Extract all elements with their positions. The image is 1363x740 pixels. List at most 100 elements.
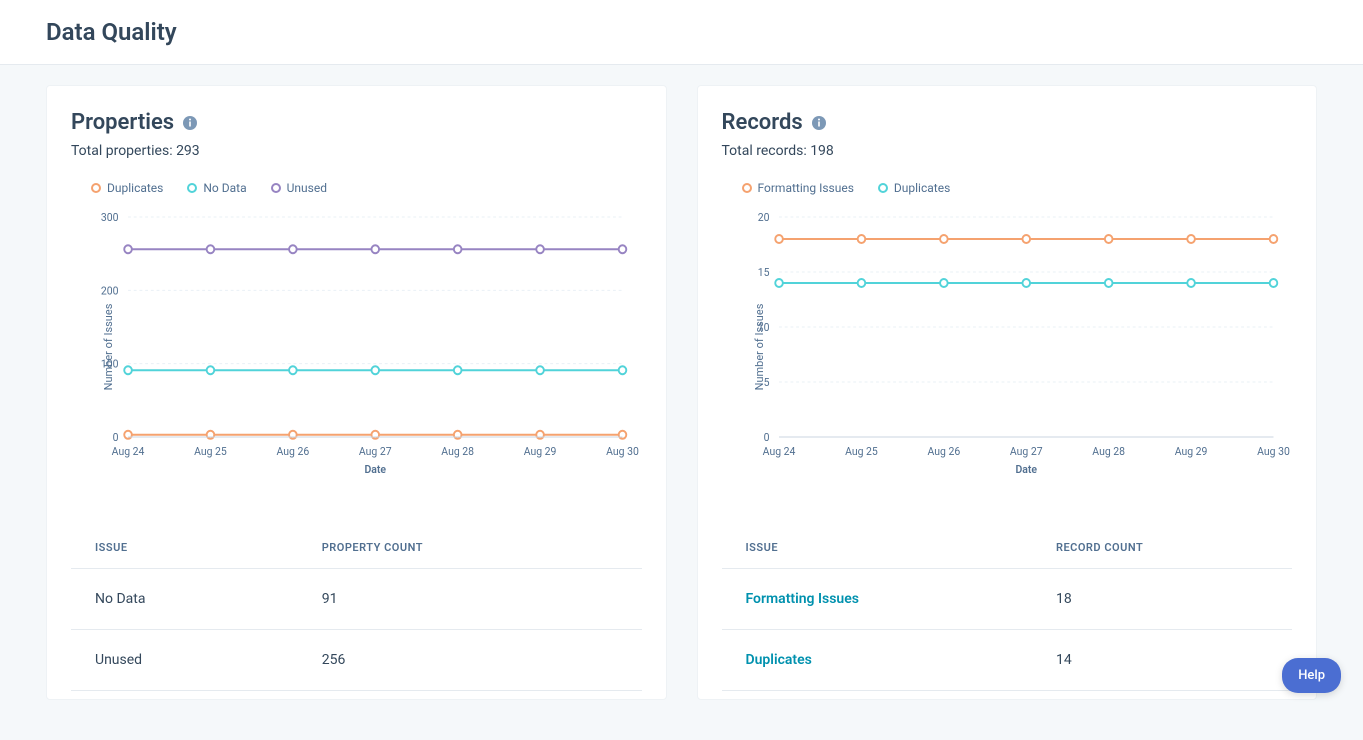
legend-label: No Data: [203, 181, 246, 195]
legend-swatch: [742, 183, 752, 193]
data-point[interactable]: [619, 366, 627, 374]
legend-item[interactable]: Formatting Issues: [742, 181, 854, 195]
data-point[interactable]: [1104, 235, 1112, 243]
cell-issue[interactable]: Formatting Issues: [722, 569, 1032, 630]
cell-issue[interactable]: Duplicates: [722, 630, 1032, 691]
cell-count: 18: [1032, 569, 1292, 630]
axis-label-y: Number of Issues: [752, 304, 765, 391]
svg-text:Aug 24: Aug 24: [762, 445, 795, 458]
properties-title: Properties: [71, 110, 174, 135]
data-point[interactable]: [775, 235, 783, 243]
records-chart-svg: 05101520Aug 24Aug 25Aug 26Aug 27Aug 28Au…: [722, 207, 1293, 487]
legend-item[interactable]: Duplicates: [878, 181, 950, 195]
legend-swatch: [271, 183, 281, 193]
data-point[interactable]: [289, 245, 297, 253]
data-point[interactable]: [940, 235, 948, 243]
data-point[interactable]: [1022, 279, 1030, 287]
info-icon[interactable]: [811, 115, 827, 131]
info-icon[interactable]: [182, 115, 198, 131]
data-point[interactable]: [124, 431, 132, 439]
data-point[interactable]: [940, 279, 948, 287]
data-point[interactable]: [536, 431, 544, 439]
data-point[interactable]: [371, 431, 379, 439]
data-point[interactable]: [1187, 235, 1195, 243]
data-point[interactable]: [536, 245, 544, 253]
properties-table: ISSUE PROPERTY COUNT No Data91Unused256: [71, 527, 642, 691]
data-point[interactable]: [1104, 279, 1112, 287]
axis-label-y: Number of Issues: [102, 304, 115, 391]
properties-chart: Number of Issues 0100200300Aug 24Aug 25A…: [71, 207, 642, 487]
data-point[interactable]: [619, 245, 627, 253]
svg-text:Date: Date: [1015, 463, 1037, 476]
svg-text:Aug 28: Aug 28: [441, 445, 474, 458]
records-title-row: Records: [722, 110, 1293, 135]
properties-chart-svg: 0100200300Aug 24Aug 25Aug 26Aug 27Aug 28…: [71, 207, 642, 487]
svg-text:Aug 27: Aug 27: [359, 445, 392, 458]
svg-text:Aug 24: Aug 24: [112, 445, 145, 458]
page-header: Data Quality: [0, 0, 1363, 65]
data-point[interactable]: [857, 279, 865, 287]
data-point[interactable]: [536, 366, 544, 374]
data-point[interactable]: [1022, 235, 1030, 243]
data-point[interactable]: [207, 245, 215, 253]
data-point[interactable]: [207, 366, 215, 374]
data-point[interactable]: [1269, 279, 1277, 287]
data-point[interactable]: [207, 431, 215, 439]
content: Properties Total properties: 293 Duplica…: [0, 65, 1363, 740]
records-table: ISSUE RECORD COUNT Formatting Issues18Du…: [722, 527, 1293, 691]
properties-title-row: Properties: [71, 110, 642, 135]
col-issue-header: ISSUE: [71, 527, 298, 569]
data-point[interactable]: [619, 431, 627, 439]
data-point[interactable]: [1187, 279, 1195, 287]
data-point[interactable]: [1269, 235, 1277, 243]
properties-legend: Duplicates No Data Unused: [91, 181, 642, 195]
data-point[interactable]: [289, 431, 297, 439]
svg-text:Aug 30: Aug 30: [606, 445, 639, 458]
data-point[interactable]: [775, 279, 783, 287]
legend-label: Unused: [287, 181, 327, 195]
legend-item[interactable]: No Data: [187, 181, 246, 195]
col-count-header: RECORD COUNT: [1032, 527, 1292, 569]
data-point[interactable]: [289, 366, 297, 374]
cell-issue: Unused: [71, 630, 298, 691]
data-point[interactable]: [454, 366, 462, 374]
svg-text:15: 15: [757, 266, 769, 279]
legend-item[interactable]: Duplicates: [91, 181, 163, 195]
svg-text:Aug 26: Aug 26: [927, 445, 960, 458]
help-button[interactable]: Help: [1282, 658, 1341, 693]
records-title: Records: [722, 110, 803, 135]
cell-issue: No Data: [71, 569, 298, 630]
cell-count: 256: [298, 630, 642, 691]
svg-text:Aug 25: Aug 25: [845, 445, 878, 458]
svg-text:Aug 29: Aug 29: [1174, 445, 1207, 458]
data-point[interactable]: [371, 245, 379, 253]
data-point[interactable]: [857, 235, 865, 243]
data-point[interactable]: [371, 366, 379, 374]
svg-text:Aug 27: Aug 27: [1009, 445, 1042, 458]
records-legend: Formatting Issues Duplicates: [742, 181, 1293, 195]
col-count-header: PROPERTY COUNT: [298, 527, 642, 569]
data-point[interactable]: [454, 245, 462, 253]
properties-subtitle: Total properties: 293: [71, 143, 642, 159]
legend-item[interactable]: Unused: [271, 181, 327, 195]
records-subtitle: Total records: 198: [722, 143, 1293, 159]
svg-text:200: 200: [101, 284, 119, 297]
svg-text:20: 20: [757, 211, 769, 224]
records-chart: Number of Issues 05101520Aug 24Aug 25Aug…: [722, 207, 1293, 487]
data-point[interactable]: [124, 366, 132, 374]
legend-swatch: [91, 183, 101, 193]
svg-text:Aug 28: Aug 28: [1092, 445, 1125, 458]
svg-text:Aug 26: Aug 26: [277, 445, 310, 458]
data-point[interactable]: [124, 245, 132, 253]
data-point[interactable]: [454, 431, 462, 439]
cell-count: 91: [298, 569, 642, 630]
legend-swatch: [187, 183, 197, 193]
col-issue-header: ISSUE: [722, 527, 1032, 569]
svg-text:300: 300: [101, 211, 119, 224]
cell-count: 14: [1032, 630, 1292, 691]
svg-text:Date: Date: [364, 463, 386, 476]
table-row: Unused256: [71, 630, 642, 691]
legend-label: Duplicates: [894, 181, 950, 195]
legend-swatch: [878, 183, 888, 193]
svg-text:Aug 25: Aug 25: [194, 445, 227, 458]
